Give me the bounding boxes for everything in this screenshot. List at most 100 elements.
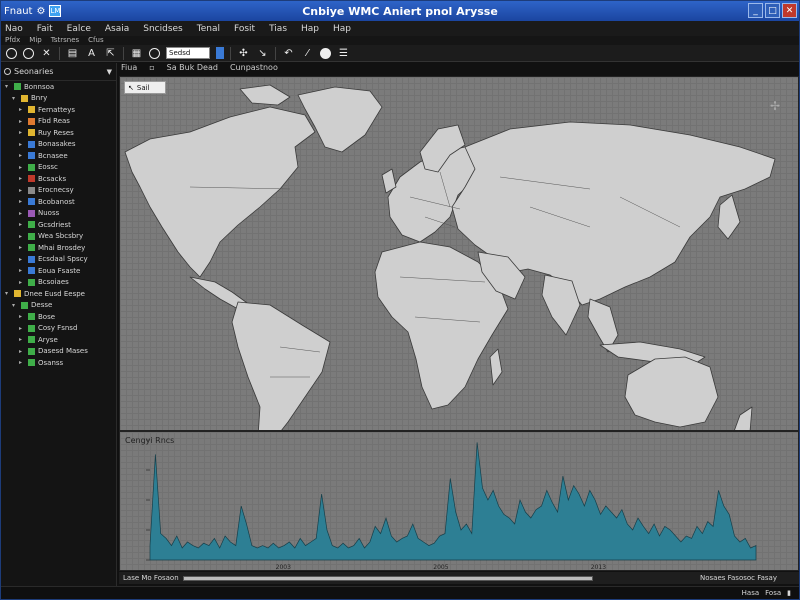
tree-item[interactable]: ▾ Dnee Eusd Eespe [1, 288, 116, 300]
expand-arrow-icon[interactable]: ▸ [19, 221, 25, 228]
tree-item[interactable]: ▸ Osanss [1, 357, 116, 369]
measure-icon[interactable]: ↘ [256, 47, 269, 60]
maximize-button[interactable]: □ [765, 3, 780, 18]
expand-arrow-icon[interactable]: ▸ [19, 233, 25, 240]
tree-item[interactable]: ▸ Bonasakes [1, 139, 116, 151]
address-bar: Fiua ▫ Sa Buk Dead Cunpastnoo [119, 63, 799, 75]
map-view[interactable]: ↖ Sail ✢ [119, 76, 799, 431]
record-icon[interactable] [6, 47, 17, 59]
search-input[interactable]: Sedsd [166, 47, 210, 59]
expand-arrow-icon[interactable]: ▸ [19, 348, 25, 355]
address-item-1[interactable]: Sa Buk Dead [167, 63, 218, 75]
tree-item[interactable]: ▸ Bcsacks [1, 173, 116, 185]
tree-item[interactable]: ▸ Eoua Fsaste [1, 265, 116, 277]
tree-item[interactable]: ▸ Bcobanost [1, 196, 116, 208]
area-chart[interactable]: 2003 2005 2013 [120, 432, 800, 572]
pointer-icon[interactable]: ⇱ [104, 47, 117, 60]
sidebar-header[interactable]: Seonaries ▼ [1, 63, 116, 81]
submenu-item-1[interactable]: Mip [29, 36, 41, 45]
title-bar[interactable]: Fnaut ⚙ LM Cnbiye WMC Aniert pnol Arysse… [1, 1, 799, 21]
timeline-slider[interactable] [182, 575, 593, 581]
tree-item[interactable]: ▸ Fbd Reas [1, 116, 116, 128]
tree-item[interactable]: ▾ Bonnsoa [1, 81, 116, 93]
menu-item-7[interactable]: Tias [269, 24, 287, 34]
tree-item[interactable]: ▸ Dasesd Mases [1, 346, 116, 358]
expand-arrow-icon[interactable]: ▸ [19, 118, 25, 125]
x-tick-label: 2005 [433, 564, 448, 571]
menu-item-2[interactable]: Ealce [67, 24, 91, 34]
expand-arrow-icon[interactable]: ▸ [19, 359, 25, 366]
map-layer-tag[interactable]: ↖ Sail [124, 81, 166, 94]
tree-item[interactable]: ▸ Bcsoiaes [1, 277, 116, 289]
expand-arrow-icon[interactable]: ▾ [12, 302, 18, 309]
tree-item[interactable]: ▸ Mhai Brosdey [1, 242, 116, 254]
expand-arrow-icon[interactable]: ▸ [19, 129, 25, 136]
address-item-0[interactable]: Fiua [121, 63, 137, 75]
document-icon[interactable]: ▤ [66, 47, 79, 60]
tree-item[interactable]: ▸ Bcnasee [1, 150, 116, 162]
submenu-item-3[interactable]: Cfus [88, 36, 103, 45]
close-button[interactable]: ✕ [782, 3, 797, 18]
tree-item[interactable]: ▸ Gcsdriest [1, 219, 116, 231]
expand-arrow-icon[interactable]: ▸ [19, 256, 25, 263]
list-icon[interactable]: ☰ [337, 47, 350, 60]
address-item-2[interactable]: Cunpastnoo [230, 63, 278, 75]
expand-arrow-icon[interactable]: ▾ [5, 290, 11, 297]
submenu-item-2[interactable]: Tstrsnes [51, 36, 79, 45]
expand-arrow-icon[interactable]: ▸ [19, 313, 25, 320]
tree-item[interactable]: ▸ Cosy Fsnsd [1, 323, 116, 335]
tree-item[interactable]: ▸ Erocnecsy [1, 185, 116, 197]
expand-arrow-icon[interactable]: ▾ [5, 83, 11, 90]
search-icon[interactable] [4, 68, 11, 75]
expand-arrow-icon[interactable]: ▸ [19, 336, 25, 343]
tree-item[interactable]: ▸ Aryse [1, 334, 116, 346]
menu-item-4[interactable]: Sncidses [143, 24, 183, 34]
expand-arrow-icon[interactable]: ▸ [19, 325, 25, 332]
expand-arrow-icon[interactable]: ▸ [19, 106, 25, 113]
tree-item[interactable]: ▸ Ecsdaal Spscy [1, 254, 116, 266]
expand-arrow-icon[interactable]: ▸ [19, 175, 25, 182]
submenu-item-0[interactable]: Pfdx [5, 36, 20, 45]
expand-arrow-icon[interactable]: ▾ [12, 95, 18, 102]
menu-item-6[interactable]: Fosit [234, 24, 255, 34]
tree-item[interactable]: ▸ Bose [1, 311, 116, 323]
expand-arrow-icon[interactable]: ▸ [19, 141, 25, 148]
layer-icon[interactable] [320, 47, 331, 59]
app-menu-label[interactable]: Fnaut [4, 6, 32, 17]
expand-arrow-icon[interactable]: ▸ [19, 267, 25, 274]
expand-arrow-icon[interactable]: ▸ [19, 279, 25, 286]
tree-item[interactable]: ▸ Ruy Reses [1, 127, 116, 139]
grid-tool-icon[interactable]: ✣ [237, 47, 250, 60]
expand-arrow-icon[interactable]: ▸ [19, 164, 25, 171]
menu-item-0[interactable]: Nao [5, 24, 23, 34]
text-tool-icon[interactable]: A [85, 47, 98, 60]
menu-item-3[interactable]: Asaia [105, 24, 129, 34]
edit-icon[interactable]: ⁄ [301, 47, 314, 60]
table-icon[interactable]: ▦ [130, 47, 143, 60]
rotate-icon[interactable]: ↶ [282, 47, 295, 60]
expand-arrow-icon[interactable]: ▸ [19, 210, 25, 217]
tree-item[interactable]: ▾ Desse [1, 300, 116, 312]
compass-icon[interactable]: ✢ [770, 99, 780, 113]
search-dropdown-button[interactable] [216, 47, 224, 59]
settings-icon[interactable]: ⚙ [36, 6, 45, 17]
layer-icon [28, 359, 35, 367]
chevron-down-icon[interactable]: ▼ [107, 68, 112, 76]
expand-arrow-icon[interactable]: ▸ [19, 152, 25, 159]
expand-arrow-icon[interactable]: ▸ [19, 187, 25, 194]
tree-item[interactable]: ▸ Wea Sbcsbry [1, 231, 116, 243]
zoom-icon[interactable] [149, 47, 160, 59]
menu-item-9[interactable]: Hap [333, 24, 351, 34]
tree-item[interactable]: ▾ Bnry [1, 93, 116, 105]
delete-icon[interactable]: ✕ [40, 47, 53, 60]
minimize-button[interactable]: _ [748, 3, 763, 18]
stop-icon[interactable] [23, 47, 34, 59]
menu-item-5[interactable]: Tenal [197, 24, 220, 34]
tree-item[interactable]: ▸ Eossc [1, 162, 116, 174]
tree-item[interactable]: ▸ Fernatteys [1, 104, 116, 116]
tree-item[interactable]: ▸ Nuoss [1, 208, 116, 220]
menu-item-1[interactable]: Fait [37, 24, 53, 34]
menu-item-8[interactable]: Hap [301, 24, 319, 34]
expand-arrow-icon[interactable]: ▸ [19, 244, 25, 251]
expand-arrow-icon[interactable]: ▸ [19, 198, 25, 205]
